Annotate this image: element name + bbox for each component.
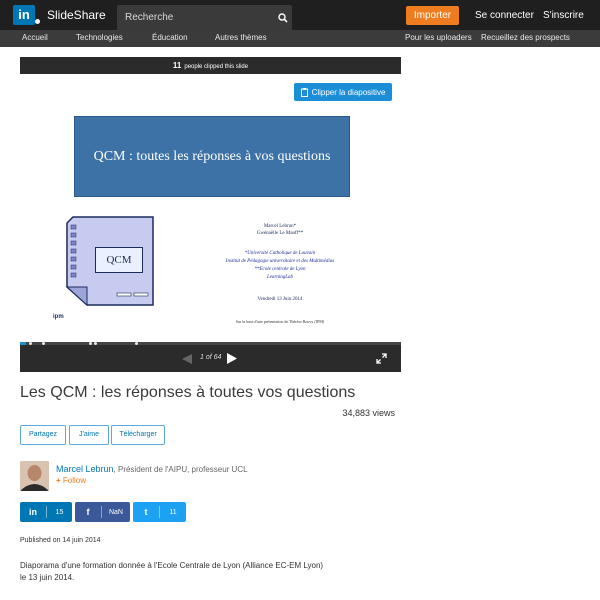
top-bar: in SlideShare Importer Se connecter S'in… — [0, 0, 600, 30]
clip-count: 11 — [172, 61, 182, 70]
slide-affiliation-3: **Ecole centrale de Lyon — [254, 267, 306, 272]
like-button[interactable]: J'aime — [69, 425, 109, 445]
document-title: Les QCM : les réponses à toutes vos ques… — [20, 384, 356, 401]
search-icon — [278, 12, 288, 23]
fullscreen-icon[interactable] — [376, 353, 387, 364]
slide-affiliation-2: Institut de Pédagogie universitaire et d… — [225, 259, 335, 264]
ipm-logo: ipm — [53, 314, 64, 320]
twitter-share-count: 11 — [169, 508, 177, 516]
page-counter: 1 of 64 — [200, 354, 221, 361]
signup-link[interactable]: S'inscrire — [543, 10, 584, 21]
search-button[interactable] — [274, 5, 292, 30]
nav-education[interactable]: Éducation — [152, 33, 188, 42]
logo-dot — [35, 19, 40, 24]
next-slide-icon[interactable] — [227, 353, 237, 364]
linkedin-share-button[interactable]: in 15 — [20, 502, 72, 522]
nav-prospects[interactable]: Recueillez des prospects — [481, 33, 570, 42]
slide-affiliation-1: *Université Catholique de Louvain — [244, 251, 316, 256]
follow-button[interactable]: + Follow — [56, 476, 86, 485]
nav-home[interactable]: Accueil — [22, 33, 48, 42]
nav-technologies[interactable]: Technologies — [76, 33, 123, 42]
brand-name[interactable]: SlideShare — [47, 8, 106, 22]
author-name-link[interactable]: Marcel Lebrun — [56, 464, 114, 474]
page-separator: of — [205, 354, 212, 361]
clip-text: people clipped this slide — [184, 64, 249, 70]
follow-label: Follow — [62, 476, 87, 485]
description: Diaporama d'une formation donnée à l'Eco… — [20, 561, 324, 582]
plus-icon: + — [56, 476, 61, 485]
clip-button-label: Clipper la diapositive — [311, 87, 386, 97]
slide-viewer: 11 people clipped this slide Clipper la d… — [20, 57, 401, 372]
share-button[interactable]: Partagez — [20, 425, 66, 445]
search-input[interactable] — [117, 5, 272, 30]
slide-date: Vendredi 13 Juin 2014 — [257, 297, 303, 302]
linkedin-share-count: 15 — [55, 508, 64, 516]
previous-slide-icon[interactable] — [182, 354, 192, 364]
slide-author-1: Marcel Lebrun* — [263, 224, 297, 229]
slide-footnote: Sur la base d'une présentation de Thérès… — [235, 319, 325, 324]
linkedin-icon: in — [29, 507, 37, 517]
twitter-icon: t — [144, 507, 148, 517]
download-button[interactable]: Télécharger — [111, 425, 165, 445]
page-total: 64 — [213, 354, 222, 361]
slide-title: QCM : toutes les réponses à vos question… — [74, 116, 350, 197]
author-avatar[interactable] — [20, 461, 49, 491]
clip-slide-button[interactable]: Clipper la diapositive — [294, 83, 392, 101]
clipboard-icon — [300, 87, 308, 97]
importer-button[interactable]: Importer — [406, 6, 459, 25]
search-box — [117, 5, 292, 30]
qcm-label: QCM — [95, 247, 143, 273]
page-current: 1 — [200, 354, 204, 361]
clip-count-bar: 11 people clipped this slide — [20, 57, 401, 74]
login-link[interactable]: Se connecter — [475, 10, 534, 21]
facebook-share-count: NaN — [108, 508, 123, 516]
nav-other-topics[interactable]: Autres thèmes — [215, 33, 267, 42]
nav-uploaders[interactable]: Pour les uploaders — [405, 33, 472, 42]
view-count: 34,883 views — [342, 408, 395, 418]
facebook-share-button[interactable]: f NaN — [75, 502, 130, 522]
slide-author-2: Gwénaëlle Le Mauff** — [256, 231, 304, 236]
linkedin-logo-icon[interactable]: in — [13, 5, 35, 25]
published-date: Published on 14 juin 2014 — [20, 537, 101, 544]
nav-bar: Accueil Technologies Éducation Autres th… — [0, 30, 600, 47]
slide-controls: 1 of 64 — [20, 345, 401, 372]
twitter-share-button[interactable]: t 11 — [133, 502, 186, 522]
slide-affiliation-4: LearningLab — [266, 275, 294, 280]
author-info: Marcel Lebrun, Président de l'AIPU, prof… — [56, 464, 248, 474]
author-role: , Président de l'AIPU, professeur UCL — [113, 465, 248, 474]
facebook-icon: f — [86, 507, 90, 517]
